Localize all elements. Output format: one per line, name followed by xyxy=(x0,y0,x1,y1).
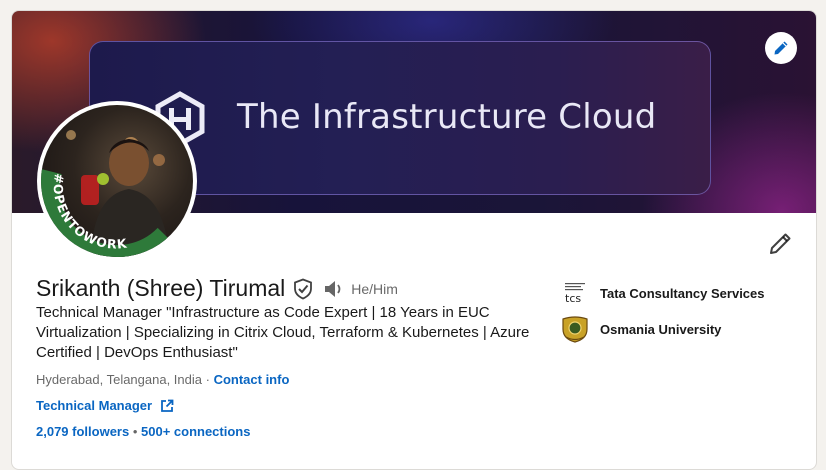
location: Hyderabad, Telangana, India xyxy=(36,372,202,387)
connections-link[interactable]: 500+ connections xyxy=(141,424,250,439)
followers-link[interactable]: 2,079 followers xyxy=(36,424,129,439)
external-link-icon xyxy=(161,399,174,412)
network-stats: 2,079 followers • 500+ connections xyxy=(36,424,250,439)
pencil-icon xyxy=(774,41,788,55)
stats-separator: • xyxy=(129,424,141,439)
profile-headline: Technical Manager "Infrastructure as Cod… xyxy=(36,304,530,361)
avatar: #OPENTOWORK xyxy=(41,105,193,257)
contact-info-link[interactable]: Contact info xyxy=(214,372,290,387)
tcs-logo-icon: tcs xyxy=(560,279,590,307)
edit-banner-button[interactable] xyxy=(765,32,797,64)
speaker-icon[interactable] xyxy=(323,279,345,299)
open-to-work-badge: #OPENTOWORK xyxy=(41,168,177,257)
osmania-university-crest-icon xyxy=(560,315,590,343)
job-title-link[interactable]: Technical Manager xyxy=(36,398,174,413)
verified-shield-icon[interactable] xyxy=(293,278,313,300)
org-tcs[interactable]: tcs Tata Consultancy Services xyxy=(560,279,765,307)
profile-photo[interactable]: #OPENTOWORK xyxy=(37,101,197,261)
edit-profile-button[interactable] xyxy=(768,232,792,256)
org-name-tcs: Tata Consultancy Services xyxy=(600,285,765,301)
org-osmania[interactable]: Osmania University xyxy=(560,315,721,343)
job-title-label: Technical Manager xyxy=(36,398,153,413)
pronouns: He/Him xyxy=(351,280,398,297)
tcs-logo-text: tcs xyxy=(565,292,581,305)
location-row: Hyderabad, Telangana, India · Contact in… xyxy=(36,372,289,387)
profile-card: The Infrastructure Cloud #OPENTOWORK Sri… xyxy=(11,10,817,470)
org-name-osmania: Osmania University xyxy=(600,321,722,337)
name-row: Srikanth (Shree) Tirumal He/Him xyxy=(36,275,398,302)
location-separator: · xyxy=(202,372,214,387)
banner-title: The Infrastructure Cloud xyxy=(237,97,657,137)
profile-name: Srikanth (Shree) Tirumal xyxy=(36,275,286,301)
